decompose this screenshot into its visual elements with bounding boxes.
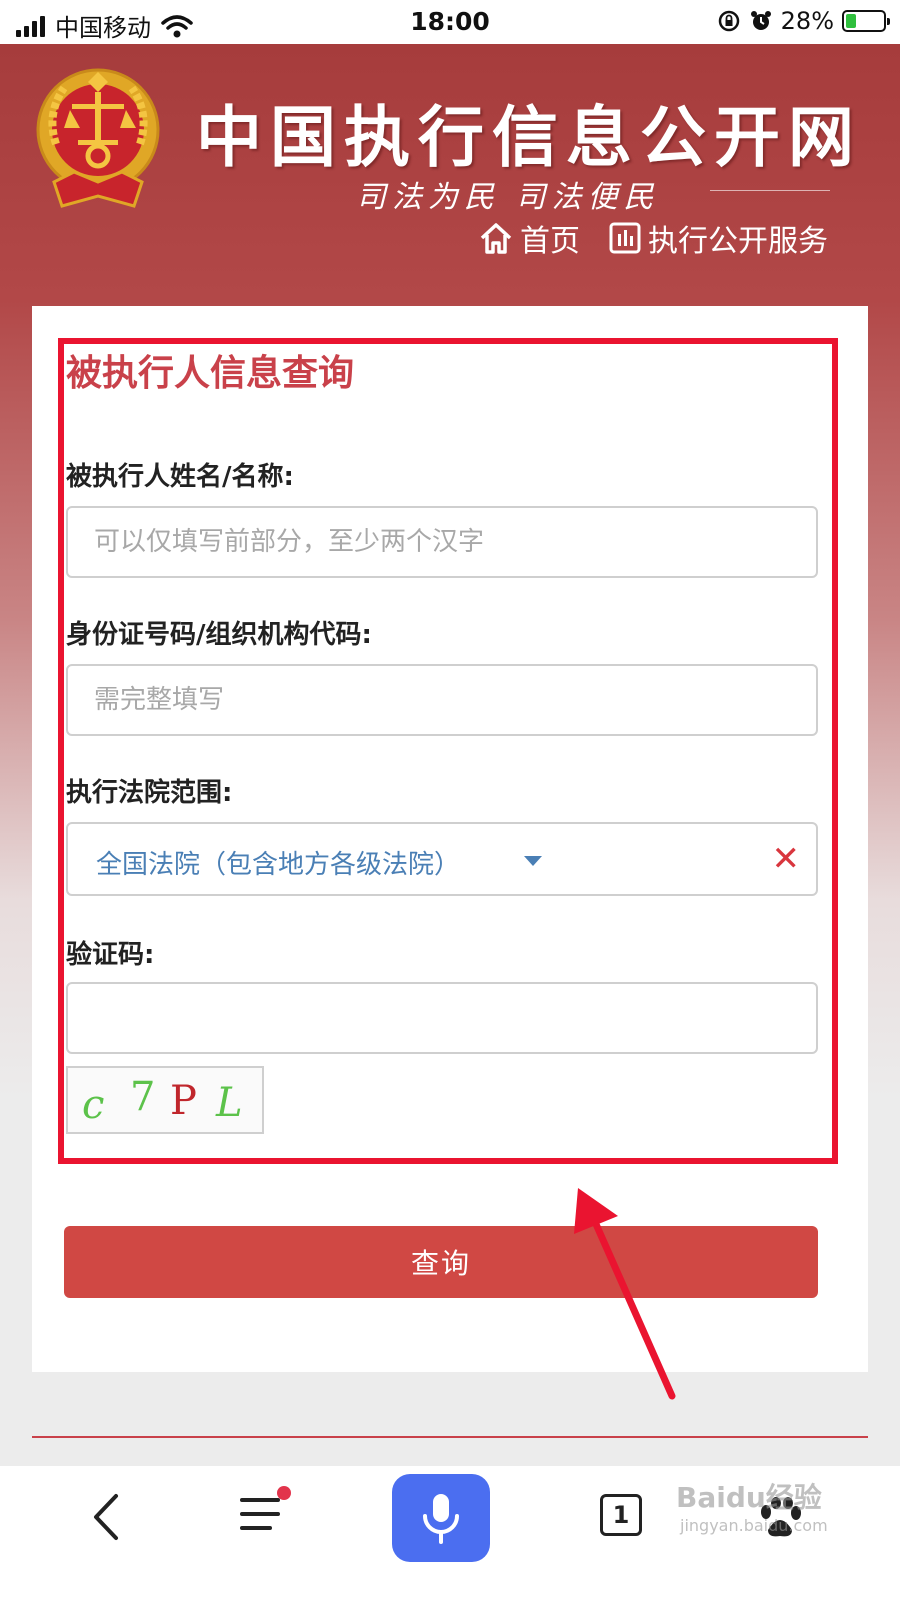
- chart-icon: [609, 222, 641, 254]
- court-label: 执行法院范围:: [66, 778, 233, 808]
- home-icon: [480, 223, 512, 254]
- name-input[interactable]: [66, 506, 818, 578]
- captcha-char-1: c: [82, 1082, 104, 1128]
- id-number-input[interactable]: [66, 664, 818, 736]
- nav-execution-service-label: 执行公开服务: [648, 224, 828, 259]
- captcha-label: 验证码:: [66, 940, 155, 970]
- captcha-char-3: P: [170, 1078, 197, 1124]
- id-label: 身份证号码/组织机构代码:: [66, 620, 372, 650]
- footer-divider: [32, 1436, 868, 1438]
- captcha-image[interactable]: c 7 P L: [66, 1066, 264, 1134]
- site-title: 中国执行信息公开网: [196, 98, 862, 176]
- battery-icon: [842, 10, 890, 32]
- captcha-input[interactable]: [66, 982, 818, 1054]
- site-header: 中国执行信息公开网 司法为民 司法便民 首页 执行公开服务: [0, 44, 900, 304]
- battery-fill: [846, 14, 857, 28]
- tabs-button[interactable]: 1: [600, 1494, 642, 1536]
- captcha-glyphs: c 7 P L: [82, 1074, 243, 1128]
- court-range-value: 全国法院（包含地方各级法院）: [96, 850, 461, 880]
- clear-icon[interactable]: ✕: [772, 842, 801, 876]
- watermark: Baidu经验: [676, 1481, 822, 1514]
- query-button[interactable]: 查询: [64, 1226, 818, 1298]
- dropdown-caret-icon: [524, 856, 542, 866]
- name-label: 被执行人姓名/名称:: [66, 462, 294, 492]
- annotation-arrow: [574, 1188, 676, 1400]
- notification-dot: [277, 1486, 291, 1500]
- slogan-divider: [710, 190, 830, 191]
- rotation-lock-icon: [718, 10, 739, 32]
- alarm-icon: [750, 11, 771, 30]
- status-right: 28%: [717, 7, 890, 35]
- nav-execution-service[interactable]: 执行公开服务: [608, 216, 828, 260]
- captcha-char-4: L: [215, 1080, 243, 1126]
- browser-toolbar: 1 Baidu经验 jingyan.baidu.com: [0, 1466, 900, 1600]
- voice-search-button[interactable]: [392, 1474, 490, 1562]
- captcha-char-2: 7: [130, 1074, 155, 1120]
- menu-icon[interactable]: [238, 1484, 294, 1538]
- nav-home-label: 首页: [520, 224, 580, 259]
- form-title: 被执行人信息查询: [66, 353, 355, 394]
- back-icon[interactable]: [86, 1492, 126, 1542]
- site-slogan: 司法为民 司法便民: [356, 180, 660, 215]
- nav-home[interactable]: 首页: [478, 216, 580, 260]
- court-range-select[interactable]: 全国法院（包含地方各级法院） ✕: [66, 822, 818, 896]
- microphone-icon: [423, 1494, 459, 1544]
- status-bar: 中国移动 18:00 28%: [0, 0, 900, 44]
- watermark-sub: jingyan.baidu.com: [680, 1516, 828, 1535]
- court-emblem-logo: [36, 68, 160, 208]
- header-nav: 首页 执行公开服务: [478, 216, 828, 260]
- battery-percent: 28%: [780, 7, 834, 35]
